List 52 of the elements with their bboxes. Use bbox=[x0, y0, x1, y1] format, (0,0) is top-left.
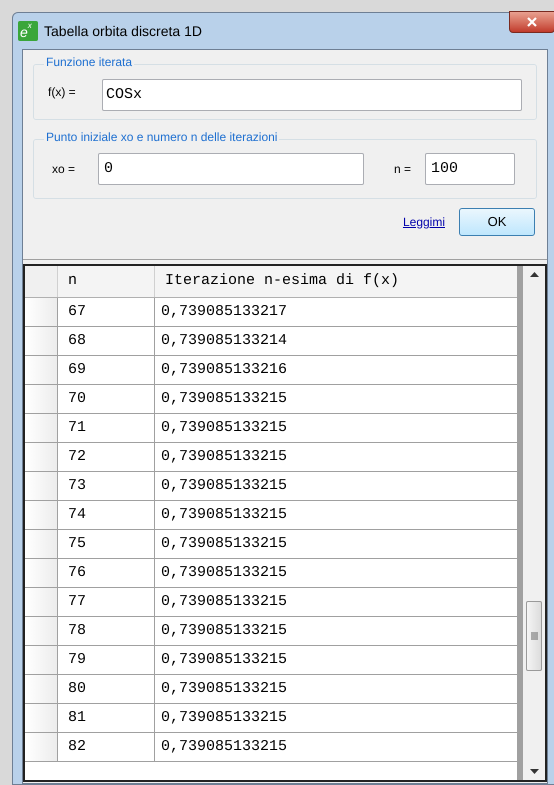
table-cell: 73 bbox=[57, 472, 155, 500]
window-title: Tabella orbita discreta 1D bbox=[44, 22, 202, 40]
table-cell: 68 bbox=[57, 327, 155, 355]
table-cell-text: 0,739085133215 bbox=[160, 678, 288, 699]
column-header[interactable]: Iterazione n-esima di f(x) bbox=[155, 266, 517, 297]
function-input[interactable]: COSx bbox=[102, 79, 522, 111]
table-cell: 75 bbox=[57, 530, 155, 558]
close-button[interactable] bbox=[509, 11, 554, 33]
scroll-down-icon[interactable] bbox=[530, 769, 538, 774]
table-cell: 79 bbox=[57, 646, 155, 674]
table-cell: 76 bbox=[57, 559, 155, 587]
function-label: f(x) = bbox=[48, 84, 77, 101]
table-cell-text: 0,739085133215 bbox=[160, 476, 288, 496]
table-cell: 74 bbox=[57, 501, 155, 529]
scroll-up-icon[interactable] bbox=[530, 272, 538, 277]
table-cell: 71 bbox=[57, 414, 155, 442]
table-cell: 69 bbox=[57, 356, 155, 384]
table-cell-text: 0,739085133214 bbox=[160, 330, 288, 351]
table-cell-text: 0,739085133215 bbox=[160, 592, 288, 612]
table-cell-text: 0,739085133215 bbox=[160, 562, 288, 583]
close-icon bbox=[527, 17, 537, 27]
table-cell-text: 0,739085133215 bbox=[160, 620, 288, 641]
group-legend: Funzione iterata bbox=[44, 56, 134, 68]
table-cell-text: 0,739085133215 bbox=[160, 446, 288, 467]
table-cell: 80 bbox=[57, 675, 155, 703]
table-cell: 72 bbox=[57, 443, 155, 471]
grip-icon bbox=[530, 632, 538, 640]
table-cell: 78 bbox=[57, 617, 155, 645]
table-cell: 77 bbox=[57, 588, 155, 616]
readme-link[interactable]: Leggimi bbox=[402, 213, 445, 231]
table-cell: 67 bbox=[57, 298, 155, 326]
ok-button[interactable]: OK bbox=[459, 208, 535, 236]
column-header[interactable]: n bbox=[57, 266, 155, 297]
table-cell-text: 0,739085133215 bbox=[160, 708, 288, 728]
table-cell-text: 0,739085133215 bbox=[160, 388, 288, 409]
table-cell: 70 bbox=[57, 385, 155, 413]
table-cell-text: 0,739085133215 bbox=[160, 418, 288, 438]
n-label: n = bbox=[394, 161, 412, 178]
group-legend: Punto iniziale xo e numero n delle iterazioni bbox=[44, 131, 280, 143]
table-cell: 82 bbox=[57, 733, 155, 761]
table-cell-text: 0,739085133217 bbox=[160, 302, 288, 322]
x0-label: xo = bbox=[52, 161, 76, 178]
table-cell-text: 0,739085133216 bbox=[160, 360, 288, 380]
table-cell-text: 0,739085133215 bbox=[160, 534, 288, 554]
vertical-scrollbar[interactable] bbox=[523, 266, 545, 780]
table-cell: 81 bbox=[57, 704, 155, 732]
scroll-thumb[interactable] bbox=[526, 601, 542, 671]
n-input[interactable]: 100 bbox=[425, 153, 516, 185]
x0-input[interactable]: 0 bbox=[98, 153, 364, 185]
table-cell-text: 0,739085133215 bbox=[160, 736, 288, 757]
table-cell-text: 0,739085133215 bbox=[160, 650, 288, 670]
table-cell-text: 0,739085133215 bbox=[160, 504, 288, 525]
